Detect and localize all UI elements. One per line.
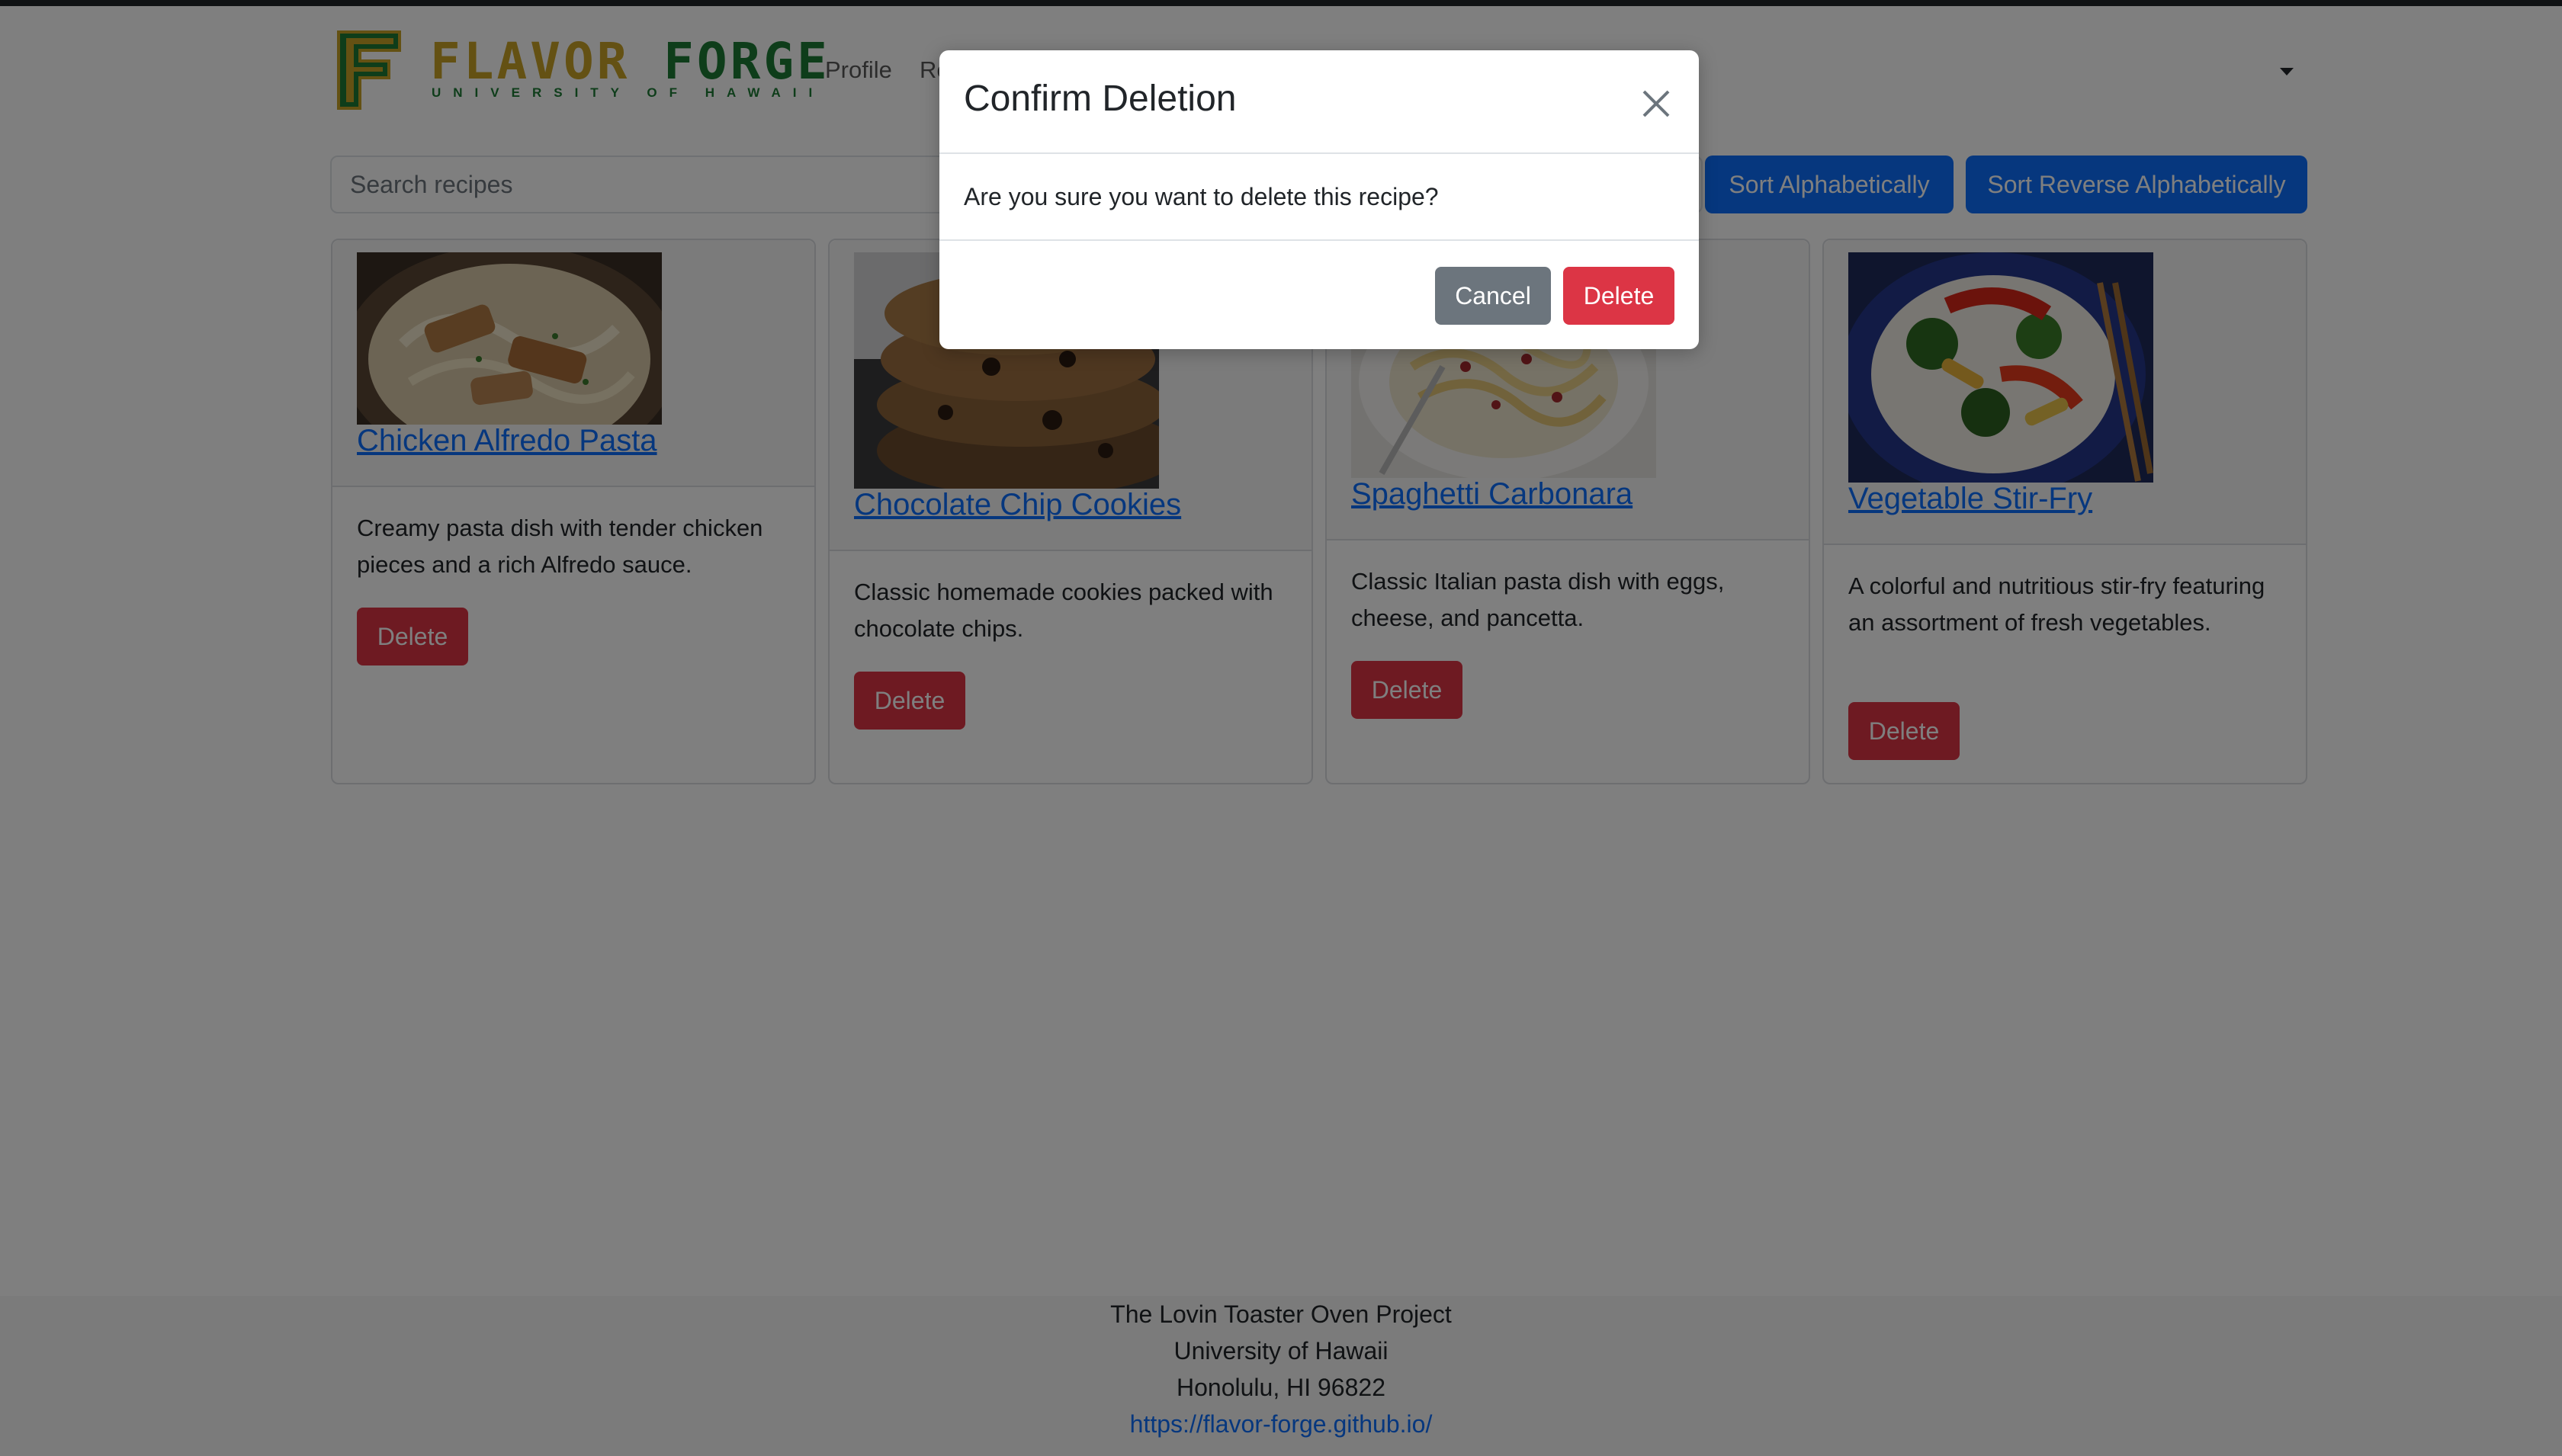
- modal-title: Confirm Deletion: [964, 79, 1237, 119]
- close-icon[interactable]: [1639, 87, 1673, 120]
- confirm-delete-button[interactable]: Delete: [1563, 267, 1674, 325]
- confirm-deletion-modal: Confirm Deletion Are you sure you want t…: [939, 50, 1699, 349]
- modal-divider: [939, 239, 1699, 241]
- modal-divider: [939, 152, 1699, 154]
- cancel-button[interactable]: Cancel: [1435, 267, 1551, 325]
- modal-body-text: Are you sure you want to delete this rec…: [964, 183, 1439, 210]
